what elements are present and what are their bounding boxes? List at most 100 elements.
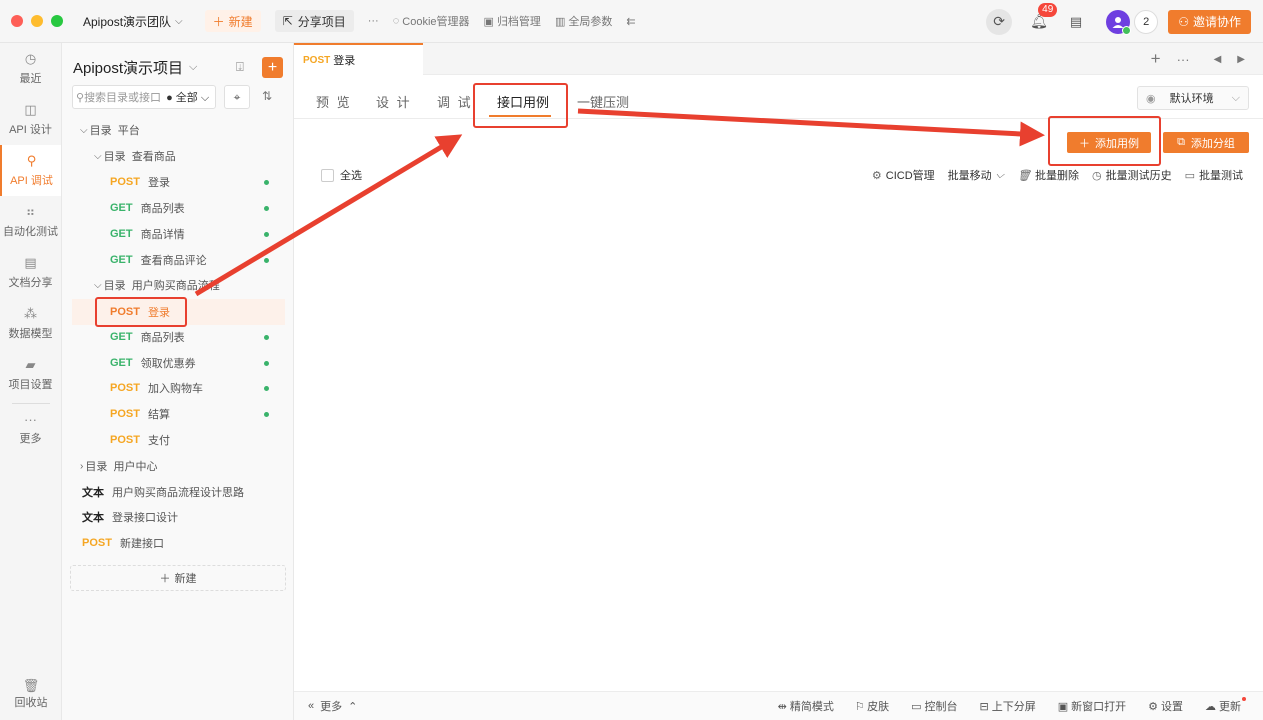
notification-button[interactable]: 🔔︎ 49 xyxy=(1030,3,1058,30)
add-tab-icon[interactable]: + xyxy=(1151,49,1161,69)
settings-folder-icon: ▰ xyxy=(25,357,36,372)
batch-move-button[interactable]: 批量移动 ⌵ xyxy=(948,167,1004,183)
project-switcher[interactable]: Apipost演示项目 ⌵ xyxy=(73,57,197,78)
dir-name: 查看商品 xyxy=(131,151,176,163)
rail-item-data-model[interactable]: ⁂ 数据模型 xyxy=(0,298,61,349)
tree-api[interactable]: GET 领取优惠券 xyxy=(110,351,269,375)
rail-label: 最近 xyxy=(19,73,42,85)
new-item-button[interactable]: ＋新建 xyxy=(70,565,286,591)
highlight-box-add-case xyxy=(1048,116,1161,166)
tree-doc[interactable]: 文本 用户购买商品流程设计思路 xyxy=(82,480,244,504)
highlight-box-cases-tab xyxy=(473,83,568,128)
archive-button[interactable]: ▣ 归档管理 xyxy=(484,13,541,29)
close-window-button[interactable] xyxy=(11,15,23,27)
tab-api-login[interactable]: POST 登录 xyxy=(294,43,423,75)
status-more-button[interactable]: « 更多 ⌃ xyxy=(308,698,357,714)
rail-item-doc-share[interactable]: ▤ 文档分享 xyxy=(0,247,61,298)
chevron-down-icon: ⌵ xyxy=(175,15,183,27)
filter-select[interactable]: ● 全部 ⌵ xyxy=(166,89,209,105)
select-all[interactable]: 全选 xyxy=(321,167,362,183)
cookie-manager-button[interactable]: ◌ Cookie管理器 xyxy=(393,13,470,29)
add-group-button[interactable]: ⧉ 添加分组 xyxy=(1163,132,1249,153)
sync-icon[interactable]: ⟳ xyxy=(986,8,1013,35)
share-project-button[interactable]: ⇱ 分享项目 xyxy=(274,10,354,32)
chevron-right-icon: › xyxy=(80,460,84,472)
dir-prefix: 目录 xyxy=(103,280,126,292)
tree-dir[interactable]: ⌵ 目录 平台 xyxy=(80,118,140,142)
tab-design[interactable]: 设 计 xyxy=(376,92,412,111)
global-params-button[interactable]: ▥ 全局参数 xyxy=(555,13,612,29)
api-name: 查看商品评论 xyxy=(140,255,207,267)
environment-select[interactable]: ◉ 默认环境 ⌵ xyxy=(1137,86,1249,110)
tree-dir[interactable]: › 目录 用户中心 xyxy=(80,454,157,478)
rail-item-more[interactable]: ··· 更多 xyxy=(0,407,61,451)
tree-api[interactable]: POST 支付 xyxy=(110,428,170,452)
cicd-button[interactable]: ⚙ CICD管理 xyxy=(872,167,935,183)
export-icon[interactable]: ⍗ xyxy=(236,59,244,75)
tab-preview[interactable]: 预 览 xyxy=(316,92,352,111)
avatar[interactable] xyxy=(1106,9,1132,35)
rail-item-automation[interactable]: ⠶ 自动化测试 xyxy=(0,196,61,247)
tree-api[interactable]: POST 新建接口 xyxy=(82,531,164,555)
tree-api[interactable]: GET 查看商品评论 xyxy=(110,248,269,272)
settings-button[interactable]: ⚙ 设置 xyxy=(1148,698,1183,714)
rail-label: API 调试 xyxy=(10,175,53,187)
sidebar-toggle-icon[interactable]: ⇇ xyxy=(626,15,635,28)
tree-dir[interactable]: ⌵ 目录 查看商品 xyxy=(94,144,176,168)
chevron-down-icon: ⌵ xyxy=(94,279,102,291)
invite-button[interactable]: ⚇ 邀请协作 xyxy=(1168,9,1251,34)
batch-delete-button[interactable]: 🗑︎ 批量删除 xyxy=(1017,167,1079,183)
tree-api[interactable]: POST 登录 xyxy=(110,170,269,194)
tree-api[interactable]: POST 结算 xyxy=(110,402,269,426)
rail-item-recent[interactable]: ◷ 最近 xyxy=(0,43,61,94)
document-icon[interactable]: ▤ xyxy=(1070,14,1082,30)
tree-api[interactable]: GET 商品列表 xyxy=(110,325,269,349)
update-button[interactable]: ☁ 更新 xyxy=(1205,698,1241,714)
member-count[interactable]: 2 xyxy=(1134,9,1159,34)
split-view-button[interactable]: ⊟ 上下分屏 xyxy=(980,698,1036,714)
locate-icon[interactable]: ⌖ xyxy=(224,85,250,109)
tree-api[interactable]: POST 加入购物车 xyxy=(110,376,269,400)
dir-name: 平台 xyxy=(117,125,140,137)
tree-dir[interactable]: ⌵ 目录 用户购买商品流程 xyxy=(94,273,220,297)
tab-stress-test[interactable]: 一键压测 xyxy=(577,92,629,111)
select-all-checkbox[interactable] xyxy=(321,168,334,182)
rail-item-api-design[interactable]: ◫ API 设计 xyxy=(0,94,61,145)
collapse-all-icon[interactable]: ⇅ xyxy=(262,89,272,103)
recycle-bin[interactable]: 🗑︎ 回收站 xyxy=(0,678,62,710)
add-item-button[interactable]: + xyxy=(262,57,283,78)
chevron-down-icon: ⌵ xyxy=(189,61,198,73)
batch-history-button[interactable]: ◷ 批量测试历史 xyxy=(1092,167,1172,183)
gear-icon: ⚙ xyxy=(1148,700,1158,713)
compact-mode-button[interactable]: ⇹ 精简模式 xyxy=(778,698,834,714)
team-switcher[interactable]: Apipost演示团队 ⌵ xyxy=(83,13,183,30)
batch-history-label: 批量测试历史 xyxy=(1105,170,1172,182)
tab-next-icon[interactable]: ▶ xyxy=(1237,54,1245,65)
dir-name: 用户购买商品流程 xyxy=(131,280,220,292)
compress-icon: ⇹ xyxy=(777,700,787,713)
more-icon[interactable]: ··· xyxy=(1177,52,1190,67)
new-window-button[interactable]: ▣ 新窗口打开 xyxy=(1058,698,1126,714)
new-button[interactable]: ＋ 新建 xyxy=(204,10,261,32)
maximize-window-button[interactable] xyxy=(51,15,63,27)
console-button[interactable]: ▭ 控制台 xyxy=(911,698,957,714)
gear-icon: ⚙ xyxy=(871,169,882,182)
team-name: Apipost演示团队 xyxy=(83,14,172,29)
batch-test-button[interactable]: ▭ 批量测试 xyxy=(1185,167,1243,183)
skin-button[interactable]: ⚐ 皮肤 xyxy=(856,698,889,714)
tree-api[interactable]: GET 商品列表 xyxy=(110,196,269,220)
tree-api[interactable]: GET 商品详情 xyxy=(110,222,269,246)
environment-label: 默认环境 xyxy=(1169,93,1214,105)
batch-actions: ⚙ CICD管理 批量移动 ⌵ 🗑︎ 批量删除 ◷ 批量测试历史 ▭ 批量测试 xyxy=(872,167,1243,183)
dir-prefix: 目录 xyxy=(103,151,126,163)
more-menu-button[interactable]: ··· xyxy=(368,15,379,27)
rail-item-project-settings[interactable]: ▰ 项目设置 xyxy=(0,349,61,400)
tab-prev-icon[interactable]: ◀ xyxy=(1214,54,1222,65)
tree-doc[interactable]: 文本 登录接口设计 xyxy=(82,505,178,529)
rail-item-api-debug[interactable]: ⚲ API 调试 xyxy=(0,145,61,196)
search-input[interactable]: ⚲ 搜索目录或接口 ● 全部 ⌵ xyxy=(72,85,216,109)
minimize-window-button[interactable] xyxy=(31,15,43,27)
tab-debug[interactable]: 调 试 xyxy=(437,92,473,111)
cookie-icon: ◌ xyxy=(392,15,400,27)
title-bar: Apipost演示团队 ⌵ ＋ 新建 ⇱ 分享项目 ··· ◌ Cookie管理… xyxy=(0,0,1263,43)
